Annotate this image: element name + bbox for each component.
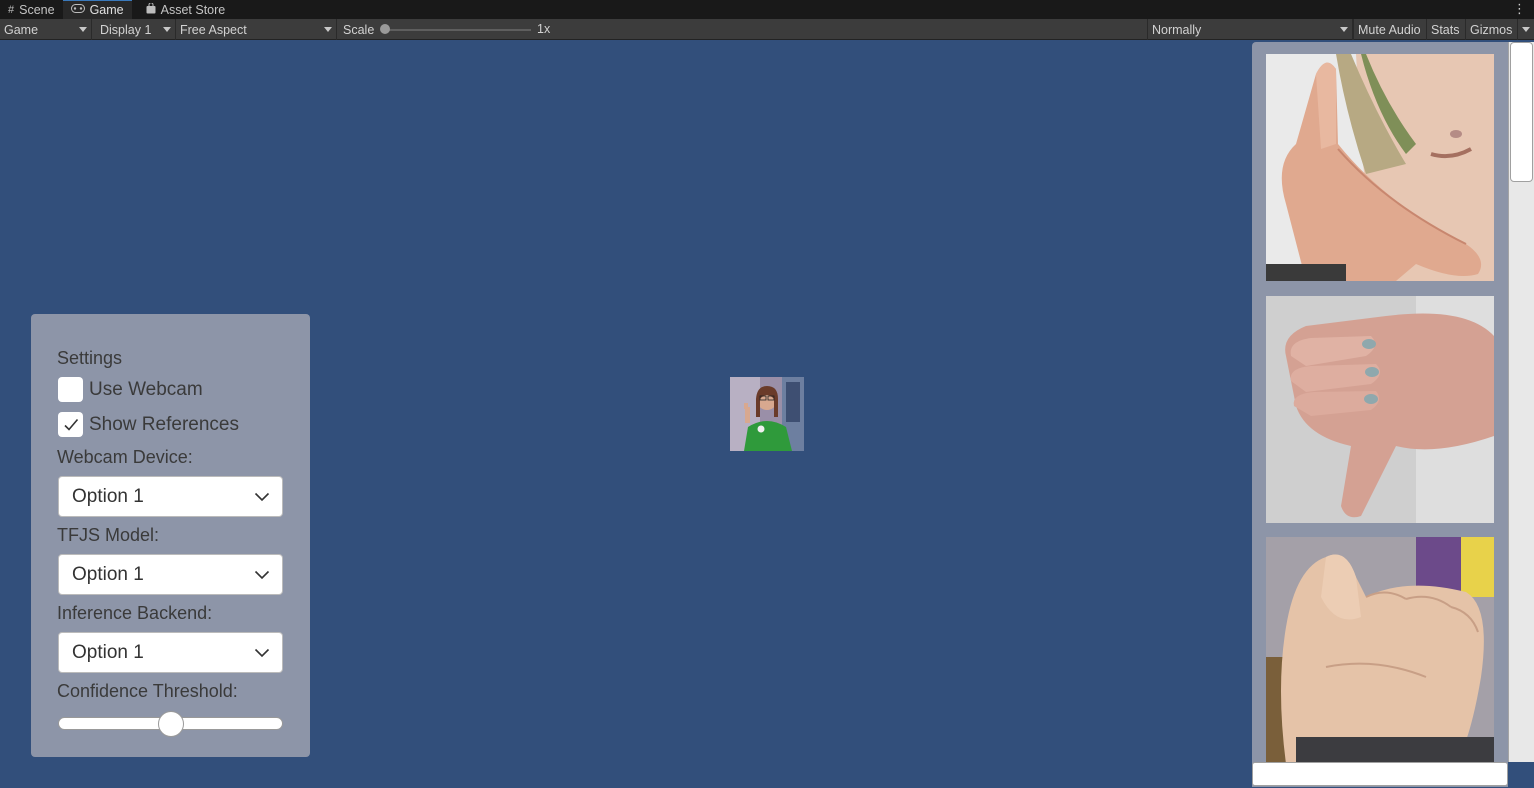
chevron-down-icon — [324, 27, 332, 32]
scale-slider-track[interactable] — [385, 29, 531, 31]
play-mode-value: Normally — [1152, 22, 1202, 37]
horizontal-scrollbar[interactable] — [1252, 762, 1508, 786]
aspect-dropdown[interactable]: Free Aspect — [176, 19, 337, 40]
tfjs-model-dropdown[interactable]: Option 1 — [58, 554, 283, 595]
vertical-scrollbar[interactable] — [1508, 42, 1534, 762]
play-mode-dropdown[interactable]: Normally — [1147, 19, 1353, 40]
chevron-down-icon — [1340, 27, 1348, 32]
gizmos-label: Gizmos — [1470, 22, 1513, 37]
tab-asset-store-label: Asset Store — [160, 2, 226, 17]
grid-icon: # — [8, 3, 15, 16]
more-options-icon[interactable]: ⋮ — [1513, 1, 1526, 17]
stats-label: Stats — [1431, 22, 1460, 37]
gizmos-button[interactable]: Gizmos — [1465, 19, 1517, 40]
scale-control: Scale 1x — [338, 19, 1148, 40]
mute-audio-label: Mute Audio — [1358, 22, 1421, 37]
reference-images-panel — [1252, 42, 1508, 787]
slider-thumb[interactable] — [158, 711, 184, 737]
chevron-down-icon — [254, 570, 270, 579]
webcam-preview-image — [730, 377, 804, 451]
game-view-toolbar: Game Display 1 Free Aspect Scale 1x Norm… — [0, 19, 1534, 40]
chevron-down-icon — [163, 27, 171, 32]
game-viewport: Settings Use Webcam Show References Webc… — [0, 40, 1534, 788]
inference-backend-dropdown[interactable]: Option 1 — [58, 632, 283, 673]
scrollbar-handle[interactable] — [1510, 42, 1533, 182]
webcam-device-dropdown[interactable]: Option 1 — [58, 476, 283, 517]
tab-game-label: Game — [89, 3, 124, 17]
scale-label: Scale — [343, 22, 375, 37]
bag-icon — [146, 1, 156, 17]
confidence-threshold-slider[interactable] — [58, 711, 283, 737]
tfjs-model-label: TFJS Model: — [57, 525, 160, 545]
show-references-toggle[interactable]: Show References — [58, 412, 239, 437]
inference-backend-value: Option 1 — [72, 641, 144, 663]
chevron-down-icon — [1522, 27, 1530, 32]
stats-button[interactable]: Stats — [1426, 19, 1464, 40]
webcam-device-label: Webcam Device: — [57, 447, 193, 467]
chevron-down-icon — [254, 648, 270, 657]
view-mode-dropdown[interactable]: Game — [0, 19, 92, 40]
tab-scene[interactable]: # Scene — [0, 0, 63, 19]
use-webcam-label: Use Webcam — [89, 378, 203, 400]
show-references-checkbox[interactable] — [58, 412, 83, 437]
gizmos-dropdown[interactable] — [1517, 19, 1534, 40]
mute-audio-button[interactable]: Mute Audio — [1353, 19, 1425, 40]
webcam-device-value: Option 1 — [72, 485, 144, 507]
show-references-label: Show References — [89, 413, 239, 435]
display-value: Display 1 — [100, 22, 152, 37]
tab-asset-store[interactable]: Asset Store — [138, 0, 234, 19]
settings-title: Settings — [57, 348, 123, 368]
use-webcam-toggle[interactable]: Use Webcam — [58, 377, 203, 402]
settings-panel: Settings Use Webcam Show References Webc… — [31, 314, 310, 757]
checkmark-icon — [63, 418, 78, 431]
scale-value: 1x — [537, 22, 551, 36]
call-gesture-image — [1266, 54, 1494, 281]
display-dropdown[interactable]: Display 1 — [96, 19, 176, 40]
tfjs-model-value: Option 1 — [72, 563, 144, 585]
thumbs-down-image — [1266, 296, 1494, 523]
tab-scene-label: Scene — [19, 2, 55, 17]
chevron-down-icon — [79, 27, 87, 32]
chevron-down-icon — [254, 492, 270, 501]
gamepad-icon — [70, 4, 85, 16]
aspect-value: Free Aspect — [180, 22, 247, 37]
scale-slider-thumb[interactable] — [380, 24, 390, 34]
use-webcam-checkbox[interactable] — [58, 377, 83, 402]
confidence-threshold-label: Confidence Threshold: — [57, 681, 238, 701]
editor-tab-bar: # Scene Game Asset Store ⋮ — [0, 0, 1534, 19]
inference-backend-label: Inference Backend: — [57, 603, 213, 623]
tab-game[interactable]: Game — [62, 0, 132, 19]
view-mode-value: Game — [4, 22, 39, 37]
fist-image — [1266, 537, 1494, 764]
